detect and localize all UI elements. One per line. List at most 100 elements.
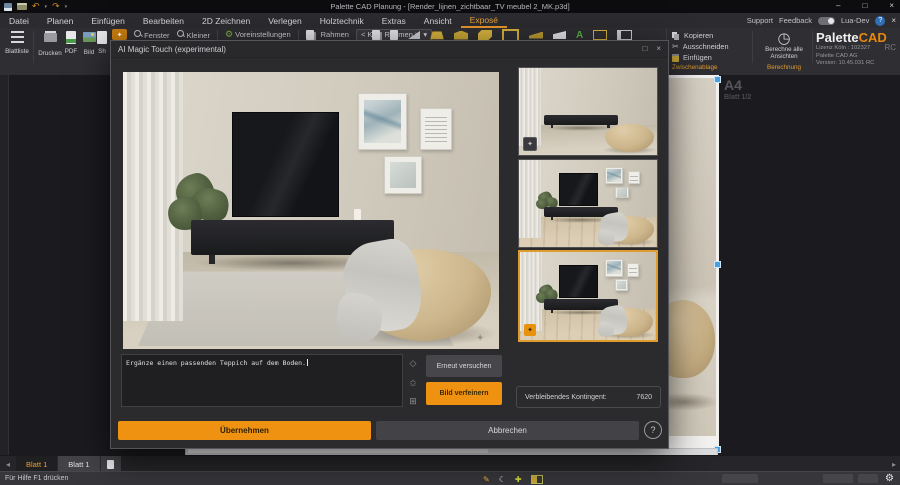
kopieren-button[interactable]: Kopieren (672, 30, 729, 41)
selection-handle[interactable] (714, 76, 721, 83)
clipboard-group: Kopieren ✂ Ausschneiden Einfügen (672, 30, 729, 63)
scene-leg (551, 125, 553, 128)
dialog-header[interactable]: AI Magic Touch (experimental) □ × (111, 41, 668, 58)
ausschneiden-button[interactable]: ✂ Ausschneiden (672, 41, 729, 52)
help-icon[interactable]: ? (875, 16, 885, 26)
feedback-toggle[interactable] (818, 17, 835, 25)
zoom-smaller-icon (177, 30, 185, 38)
document-close-icon[interactable]: × (891, 16, 896, 25)
settings-gear-icon-status[interactable]: ⚙ (885, 473, 894, 484)
frame2-shape-icon[interactable] (593, 30, 607, 40)
new-page-icon (107, 460, 114, 469)
palette-cad-window: ↶ ▾ ↷ ▾ Palette CAD Planung - [Render_li… (0, 0, 900, 485)
scene-art (630, 173, 638, 183)
paste-icon (672, 54, 679, 62)
apply-button[interactable]: Übernehmen (118, 421, 371, 440)
company-text: Palette CAD AG (816, 53, 896, 61)
menu-verlegen[interactable]: Verlegen (259, 14, 311, 28)
title-bar: ↶ ▾ ↷ ▾ Palette CAD Planung - [Render_li… (0, 0, 900, 13)
menu-expose[interactable]: Exposé (461, 14, 507, 28)
ramp-shape-icon[interactable] (408, 31, 420, 39)
duo-box-icon[interactable] (617, 30, 632, 40)
copy-page-icon[interactable] (372, 30, 380, 40)
sheet-list-icon (11, 31, 24, 44)
scene-leg (551, 217, 553, 220)
copy-icon (672, 32, 680, 40)
document-page[interactable] (662, 75, 719, 449)
text-tool-icon[interactable]: A (576, 30, 583, 41)
roof-shape-icon[interactable] (430, 31, 444, 40)
variant-thumbnail-2[interactable] (518, 159, 658, 248)
frame-page-icon[interactable] (306, 30, 314, 40)
prompt-input[interactable]: Ergänze einen passenden Teppich auf dem … (121, 354, 403, 407)
dialog-maximize-icon[interactable]: □ (642, 44, 647, 53)
ai-magic-touch-button[interactable]: ✦ (112, 29, 127, 40)
dialog-close-icon[interactable]: × (656, 44, 661, 53)
minimize-button[interactable]: – (836, 1, 840, 10)
sheet-tab-2[interactable]: Blatt 1 (57, 456, 99, 472)
magic-spark-icon: ✦ (476, 333, 663, 444)
scene-pouf-shadow (665, 393, 716, 411)
fenster-button[interactable]: Fenster (134, 30, 170, 40)
menu-einfuegen[interactable]: Einfügen (82, 14, 134, 28)
scene-leg (209, 255, 215, 264)
pencil-icon[interactable]: ✎ (483, 475, 490, 484)
thumbnail-badge: ✦ (523, 137, 537, 151)
scene-leg (551, 310, 553, 313)
user-label: Lua-Dev (841, 16, 869, 25)
variant-thumbnail-3-selected[interactable]: ✦ (518, 250, 658, 342)
panel-shape-icon[interactable] (553, 31, 566, 39)
wedge-shape-icon[interactable] (529, 32, 543, 39)
menu-extras[interactable]: Extras (373, 14, 415, 28)
scrollbar-thumb[interactable] (188, 449, 488, 453)
status-field-1[interactable] (722, 474, 758, 483)
toggle-knob (828, 18, 834, 24)
support-link[interactable]: Support (747, 16, 773, 25)
scene-art (629, 265, 637, 275)
show-label: Sh (94, 48, 110, 55)
variant-thumbnail-1[interactable]: ✦ (518, 67, 658, 156)
menu-bearbeiten[interactable]: Bearbeiten (134, 14, 193, 28)
moon-icon[interactable]: ☾ (499, 475, 506, 484)
scene-tv (559, 265, 598, 298)
status-field-3[interactable] (858, 474, 878, 483)
menu-datei[interactable]: Datei (0, 14, 38, 28)
sheet-tab-1[interactable]: Blatt 1 (16, 456, 57, 472)
open-box-shape-icon[interactable] (478, 30, 492, 40)
close-button[interactable]: × (889, 1, 894, 10)
menu-ansicht[interactable]: Ansicht (415, 14, 461, 28)
tabs-scroll-right-icon[interactable]: ▸ (892, 460, 896, 469)
menu-planen[interactable]: Planen (38, 14, 82, 28)
maximize-button[interactable]: □ (862, 1, 867, 10)
blank-page-icon[interactable] (390, 30, 398, 40)
diamond-icon[interactable]: ◇ (407, 357, 419, 369)
star-icon[interactable]: ✩ (407, 377, 419, 389)
status-bar: Für Hilfe F1 drücken ✎ ☾ ✚ ⚙ (0, 471, 900, 485)
settings-gear-icon: ⚙ (225, 29, 233, 39)
kleiner-button[interactable]: Kleiner (177, 30, 210, 40)
main-preview-image (123, 72, 499, 349)
scene-art (390, 162, 416, 188)
status-field-2[interactable] (823, 474, 853, 483)
show-button[interactable]: Sh (94, 30, 110, 55)
scene-sideboard (544, 115, 619, 126)
scene-curtain (519, 68, 541, 146)
layer-box-icon[interactable] (531, 475, 543, 484)
scene-art (607, 169, 621, 182)
menu-2d-zeichnen[interactable]: 2D Zeichnen (193, 14, 259, 28)
plus-icon[interactable]: ✚ (515, 475, 522, 484)
einfuegen-button[interactable]: Einfügen (672, 52, 729, 63)
blattliste-button[interactable]: Blattliste (4, 30, 30, 55)
voreinstellungen-button[interactable]: ⚙ Voreinstellungen (225, 29, 291, 40)
pdf-icon (66, 31, 76, 44)
page-icon (97, 31, 107, 44)
grid-icon[interactable]: ⊞ (407, 395, 419, 407)
selection-handle[interactable] (714, 261, 721, 268)
tabs-scroll-left-icon[interactable]: ◂ (0, 460, 16, 469)
box-shape-icon[interactable] (454, 31, 468, 40)
menu-holztechnik[interactable]: Holztechnik (311, 14, 373, 28)
new-sheet-button[interactable] (100, 456, 121, 472)
clock-icon: ◷ (758, 31, 810, 46)
feedback-link[interactable]: Feedback (779, 16, 812, 25)
berechne-alle-ansichten-button[interactable]: ◷ Berechne alle Ansichten (758, 31, 810, 60)
